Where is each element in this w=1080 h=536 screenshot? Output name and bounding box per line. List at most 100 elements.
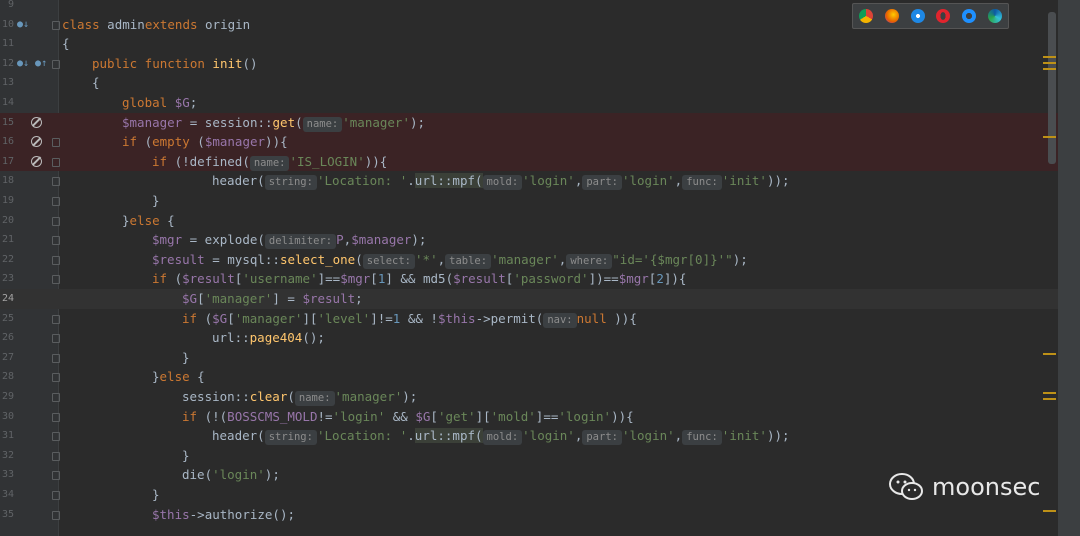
override-marker-icon[interactable]: ●↓: [17, 15, 29, 35]
code-line[interactable]: 26 url::page404();: [0, 328, 1080, 348]
marker-line-2[interactable]: [1043, 62, 1056, 64]
parameter-hint: table:: [445, 253, 492, 269]
code-line[interactable]: 15 $manager = session::get(name:'manager'…: [0, 112, 1080, 133]
marker-line-8[interactable]: [1043, 510, 1056, 512]
breakpoint-disabled-icon[interactable]: [31, 136, 42, 148]
code-line[interactable]: 14 global $G;: [0, 93, 1080, 113]
code-line[interactable]: 25 if ($G['manager']['level']!=1 && !$thi…: [0, 309, 1080, 329]
opera-icon[interactable]: [936, 9, 951, 23]
firefox-icon[interactable]: [884, 9, 899, 23]
ie-icon[interactable]: [962, 9, 977, 23]
fold-marker-icon[interactable]: [52, 275, 60, 285]
fold-marker-icon[interactable]: [52, 20, 60, 30]
code-text[interactable]: if ($result['username']==$mgr[1] && md5(…: [152, 269, 686, 289]
code-line[interactable]: 20}else {: [0, 211, 1080, 231]
code-token: &&: [385, 408, 416, 424]
code-text[interactable]: public function init(): [92, 54, 258, 74]
code-line[interactable]: 30 if (!(BOSSCMS_MOLD!='login' && $G['get…: [0, 407, 1080, 427]
line-number: 14: [1, 97, 14, 108]
line-number: 28: [1, 371, 14, 383]
code-text[interactable]: global $G;: [122, 93, 205, 113]
fold-marker-icon[interactable]: [52, 197, 60, 206]
code-text[interactable]: if (!(BOSSCMS_MOLD!='login' && $G['get']…: [182, 407, 634, 427]
code-line[interactable]: 21 $mgr = explode(delimiter: P,$manager);: [0, 230, 1080, 250]
code-line[interactable]: 13 {: [0, 73, 1080, 93]
code-text[interactable]: }: [152, 485, 160, 505]
code-line[interactable]: 22 $result = mysql::select_one(select: '*'…: [0, 250, 1080, 270]
marker-line-7[interactable]: [1043, 398, 1056, 400]
code-line[interactable]: 18 header(string: 'Location: '.url::mpf(mo…: [0, 171, 1080, 191]
code-line[interactable]: 27}: [0, 348, 1080, 368]
code-token: 'login': [522, 173, 575, 189]
vertical-scrollbar[interactable]: [1048, 12, 1056, 164]
fold-marker-icon[interactable]: [52, 510, 60, 520]
fold-marker-icon[interactable]: [52, 314, 60, 324]
fold-marker-icon[interactable]: [52, 451, 60, 461]
code-line[interactable]: 17 if (!defined(name: 'IS_LOGIN')){: [0, 151, 1080, 172]
fold-marker-icon[interactable]: [52, 59, 60, 69]
code-line[interactable]: 16 if (empty ($manager)){: [0, 132, 1080, 152]
marker-line-5[interactable]: [1043, 353, 1056, 355]
fold-marker-icon[interactable]: [52, 353, 60, 363]
code-token: ]!=: [370, 310, 393, 326]
code-text[interactable]: $result = mysql::select_one(select: '*', t…: [152, 250, 748, 270]
code-line[interactable]: 31 header(string: 'Location: '.url::mpf(mo…: [0, 426, 1080, 446]
override-marker-icon[interactable]: ●↓ ●↑: [17, 54, 47, 74]
marker-line-3[interactable]: [1043, 68, 1056, 70]
code-line[interactable]: 28 }else {: [0, 367, 1080, 387]
code-text[interactable]: if (empty ($manager)){: [122, 132, 288, 152]
code-text[interactable]: $manager = session::get(name:'manager');: [122, 113, 425, 133]
code-line[interactable]: 19}: [0, 191, 1080, 211]
code-line[interactable]: 23 if ($result['username']==$mgr[1] && md…: [0, 269, 1080, 289]
code-line[interactable]: 32}: [0, 446, 1080, 466]
code-line[interactable]: 29 session::clear(name:'manager');: [0, 387, 1080, 407]
fold-marker-icon[interactable]: [52, 373, 60, 383]
fold-marker-icon[interactable]: [52, 177, 60, 187]
chrome-icon[interactable]: [858, 9, 873, 23]
code-token: ;: [355, 291, 363, 306]
fold-marker-icon[interactable]: [52, 216, 60, 226]
code-text[interactable]: {: [92, 73, 100, 93]
breakpoint-disabled-icon[interactable]: [31, 116, 42, 128]
code-text[interactable]: header(string: 'Location: '.url::mpf(mold…: [212, 426, 790, 446]
code-text[interactable]: class adminextends origin: [62, 15, 250, 35]
code-text[interactable]: die('login');: [182, 465, 280, 485]
code-text[interactable]: url::page404();: [212, 328, 325, 348]
code-text[interactable]: {: [62, 34, 70, 54]
code-text[interactable]: }: [182, 446, 190, 466]
code-text[interactable]: }else {: [122, 211, 175, 231]
safari-icon[interactable]: [910, 9, 925, 23]
code-line[interactable]: 35 $this->authorize();: [0, 505, 1080, 525]
fold-marker-icon[interactable]: [52, 138, 60, 148]
fold-marker-icon[interactable]: [52, 334, 60, 344]
edge-icon[interactable]: [988, 9, 1003, 23]
code-text[interactable]: $G['manager'] = $result;: [182, 289, 363, 309]
code-line[interactable]: 24 $G['manager'] = $result;: [0, 289, 1080, 309]
code-text[interactable]: header(string: 'Location: '.url::mpf(mold…: [212, 171, 790, 191]
code-text[interactable]: session::clear(name:'manager');: [182, 387, 417, 407]
fold-marker-icon[interactable]: [52, 471, 60, 481]
fold-marker-icon[interactable]: [52, 157, 60, 167]
code-text[interactable]: $this->authorize();: [152, 505, 295, 525]
code-token: );: [774, 428, 790, 444]
fold-marker-icon[interactable]: [52, 393, 60, 402]
marker-line-4[interactable]: [1043, 136, 1056, 138]
fold-marker-icon[interactable]: [52, 236, 60, 246]
breakpoint-disabled-icon[interactable]: [31, 155, 42, 167]
code-text[interactable]: }: [152, 191, 160, 211]
code-text[interactable]: $mgr = explode(delimiter: P,$manager);: [152, 230, 426, 250]
fold-marker-icon[interactable]: [52, 412, 60, 422]
code-text[interactable]: if (!defined(name: 'IS_LOGIN')){: [152, 152, 387, 172]
fold-marker-icon[interactable]: [52, 255, 60, 265]
code-token: )): [614, 310, 630, 326]
code-token: );: [732, 251, 748, 267]
code-text[interactable]: }: [182, 348, 190, 368]
code-text[interactable]: }else {: [152, 367, 205, 387]
code-line[interactable]: 12 ●↓ ●↑ public function init(): [0, 54, 1080, 74]
fold-marker-icon[interactable]: [52, 491, 60, 500]
marker-line-6[interactable]: [1043, 392, 1056, 394]
code-text[interactable]: if ($G['manager']['level']!=1 && !$this-…: [182, 309, 637, 329]
code-line[interactable]: 11 {: [0, 34, 1080, 54]
fold-marker-icon[interactable]: [52, 432, 60, 442]
marker-line-1[interactable]: [1043, 56, 1056, 58]
